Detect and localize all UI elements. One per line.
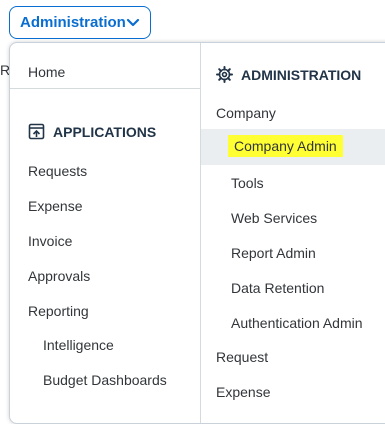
- menu-item-intelligence[interactable]: Intelligence: [43, 337, 114, 353]
- menu-item-invoice[interactable]: Invoice: [28, 233, 72, 249]
- menu-item-home[interactable]: Home: [28, 64, 65, 80]
- chevron-down-icon: [126, 18, 140, 27]
- menu-item-web-services[interactable]: Web Services: [231, 210, 317, 226]
- menu-item-company-admin[interactable]: Company Admin: [228, 135, 343, 157]
- menu-item-requests[interactable]: Requests: [28, 163, 87, 179]
- applications-section-label: APPLICATIONS: [53, 123, 157, 140]
- menu-item-approvals[interactable]: Approvals: [28, 268, 90, 284]
- administration-column: ADMINISTRATION Company Company Admin Too…: [201, 43, 385, 423]
- menu-item-authentication-admin[interactable]: Authentication Admin: [231, 315, 363, 331]
- administration-section-title: ADMINISTRATION: [216, 66, 361, 83]
- menu-item-request[interactable]: Request: [216, 349, 268, 365]
- divider: [10, 88, 200, 89]
- menu-item-expense[interactable]: Expense: [28, 198, 82, 214]
- menu-item-budget-dashboards[interactable]: Budget Dashboards: [43, 372, 167, 388]
- administration-button-label: Administration: [20, 14, 126, 31]
- administration-dropdown-button[interactable]: Administration: [9, 6, 151, 39]
- gear-icon: [216, 66, 233, 83]
- administration-section-label: ADMINISTRATION: [241, 66, 362, 83]
- menu-item-data-retention[interactable]: Data Retention: [231, 280, 324, 296]
- applications-icon: [28, 123, 45, 140]
- menu-item-tools[interactable]: Tools: [231, 175, 264, 191]
- menu-item-reporting[interactable]: Reporting: [28, 303, 89, 319]
- menu-item-report-admin[interactable]: Report Admin: [231, 245, 316, 261]
- applications-column: Home APPLICATIONS Requests Expense Invoi…: [10, 43, 201, 423]
- administration-menu: Home APPLICATIONS Requests Expense Invoi…: [9, 42, 385, 424]
- menu-item-expense-admin[interactable]: Expense: [216, 384, 270, 400]
- menu-item-company[interactable]: Company: [216, 105, 276, 121]
- applications-section-title: APPLICATIONS: [28, 123, 156, 140]
